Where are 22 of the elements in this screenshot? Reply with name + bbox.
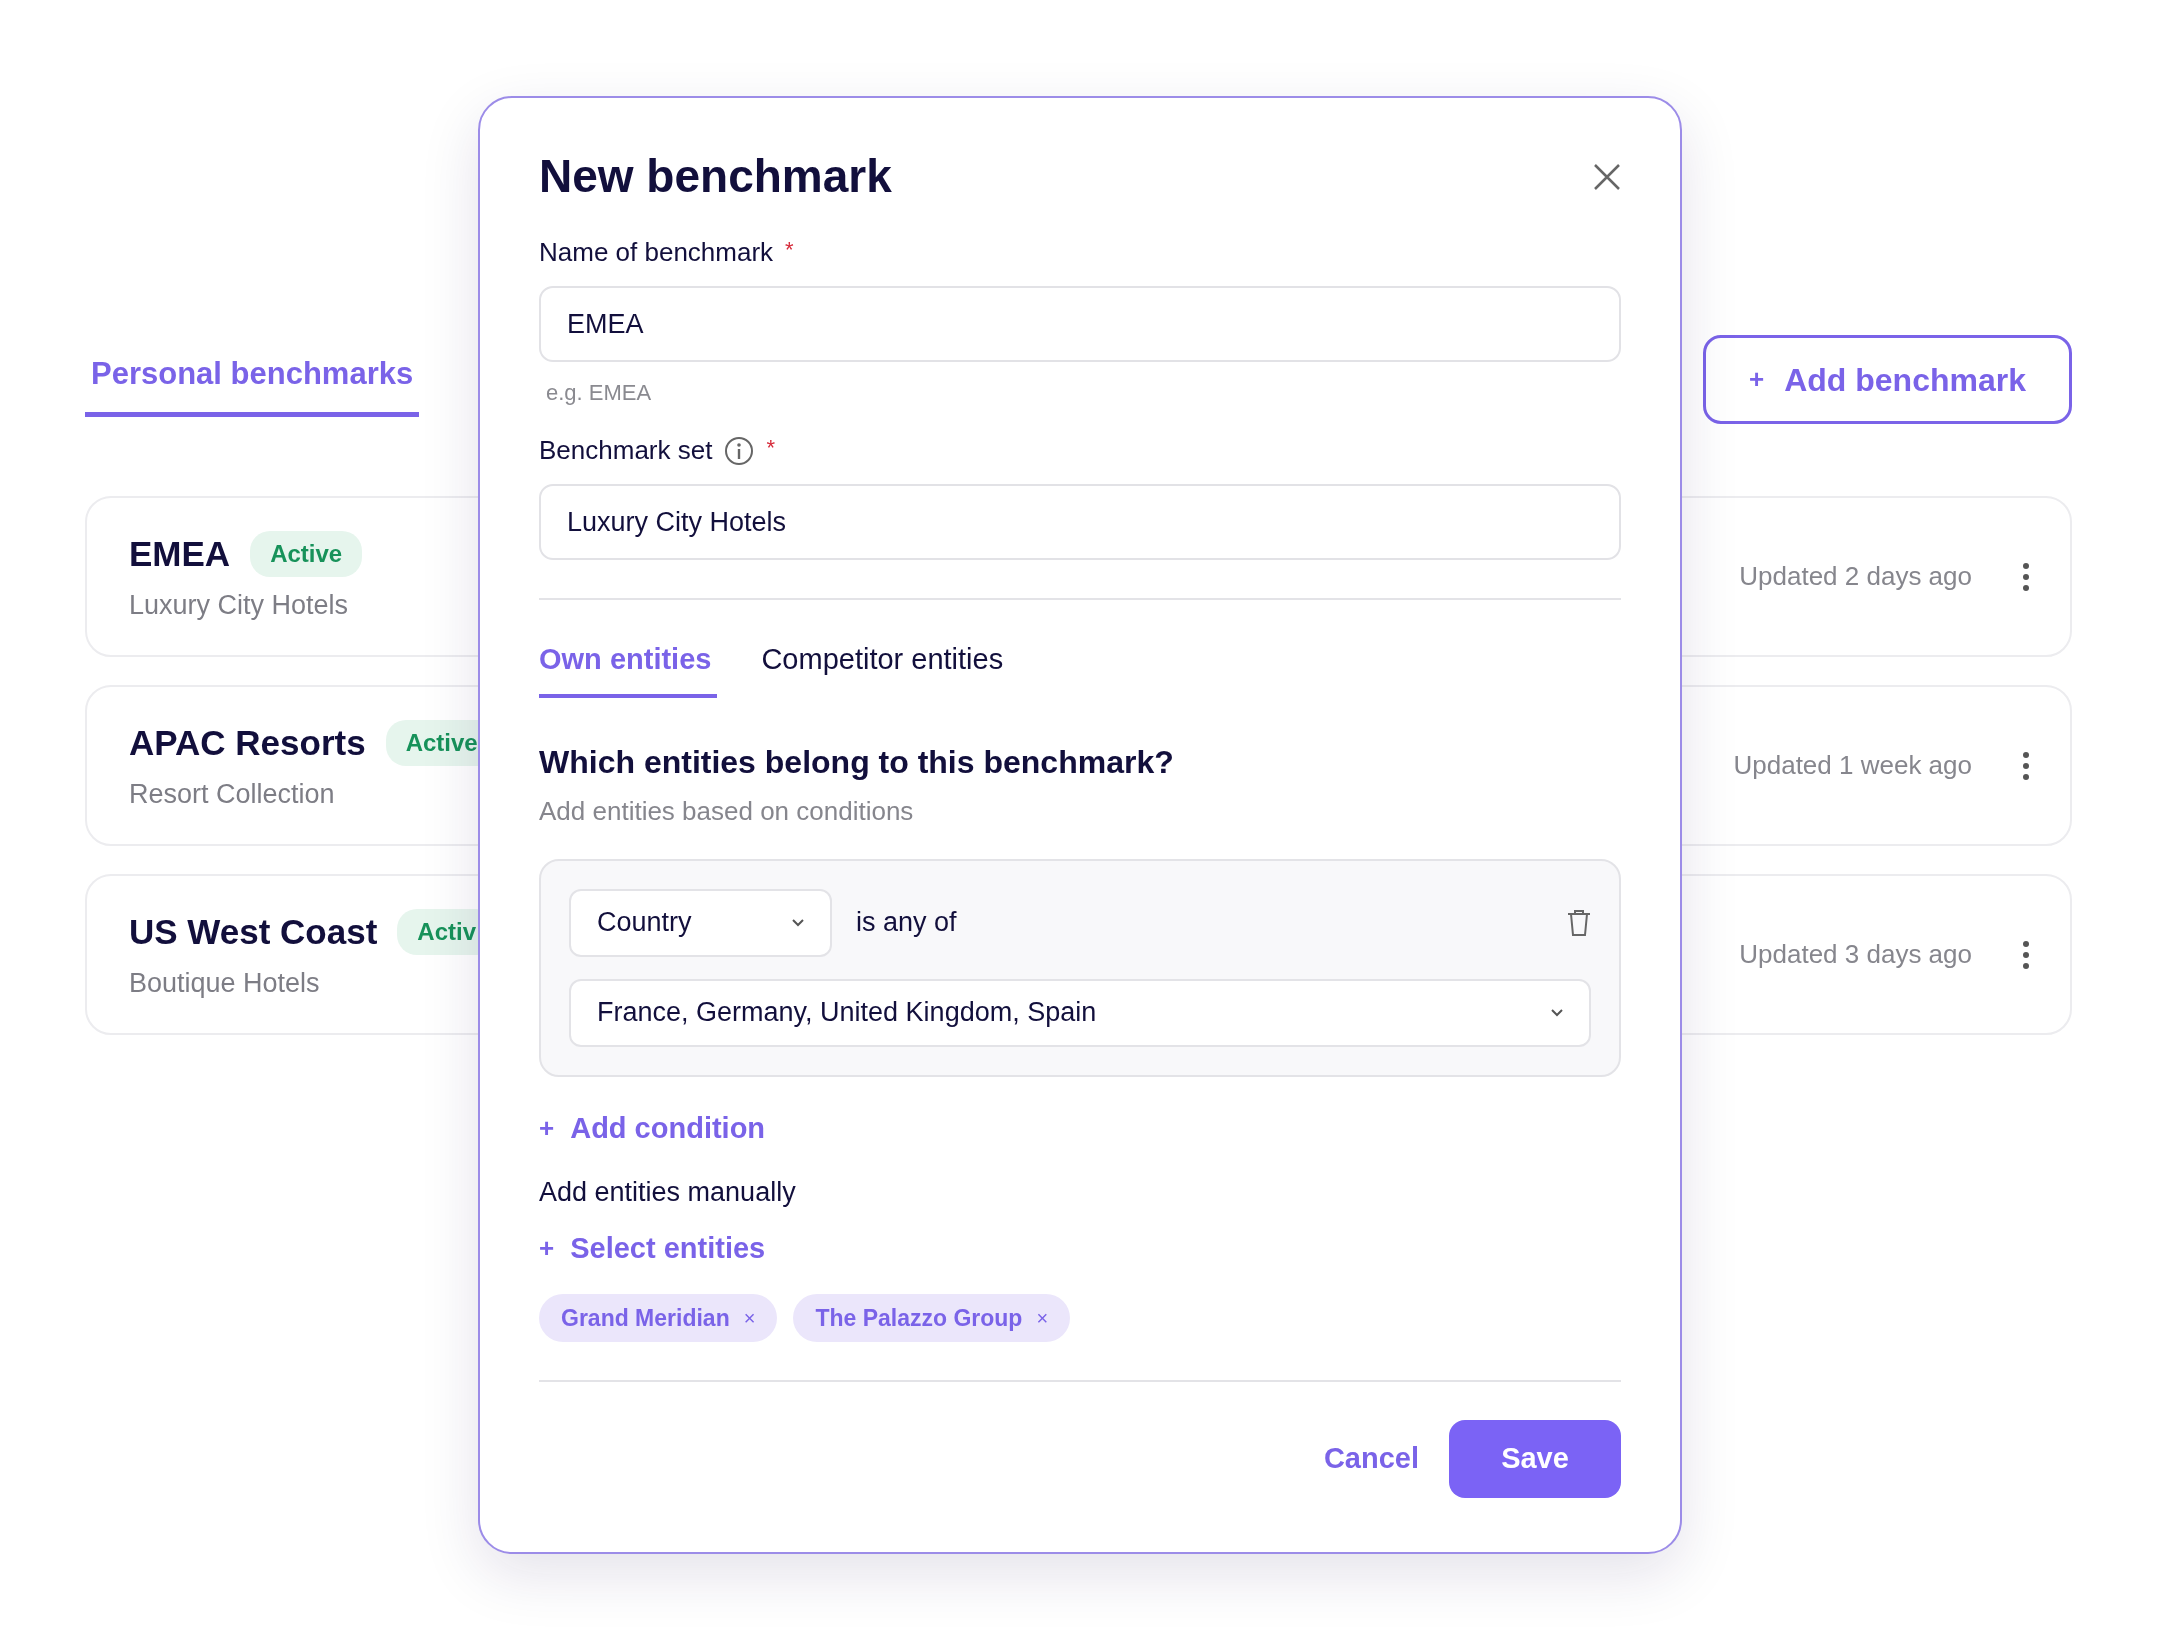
helper-text: e.g. EMEA [546,379,653,407]
operator-label: is any of [856,906,958,940]
required-mark: * [766,434,775,462]
benchmark-name: EMEA [129,533,231,575]
section-label: Add entities manually [539,1176,797,1209]
updated-time: Updated 3 days ago [1739,938,1972,971]
benchmark-name: US West Coast [129,911,378,953]
benchmark-name: APAC Resorts [129,722,366,764]
updated-time: Updated 2 days ago [1739,560,1972,593]
benchmark-set: Resort Collection [129,777,336,811]
section-subtitle: Add entities based on conditions [539,794,915,828]
section-heading: Which entities belong to this benchmark? [539,742,1175,782]
benchmark-set: Boutique Hotels [129,966,321,1000]
updated-time: Updated 1 week ago [1733,749,1972,782]
required-mark: * [785,236,794,264]
status-badge: Active [250,531,363,578]
benchmark-set: Luxury City Hotels [129,588,350,622]
entity-chip: Grand Meridian × [539,1294,778,1342]
entity-chip: The Palazzo Group × [793,1294,1071,1342]
dialog-title: New benchmark [539,149,892,204]
field-label: Benchmark set [539,434,713,467]
field-label: Name of benchmark [539,236,774,269]
